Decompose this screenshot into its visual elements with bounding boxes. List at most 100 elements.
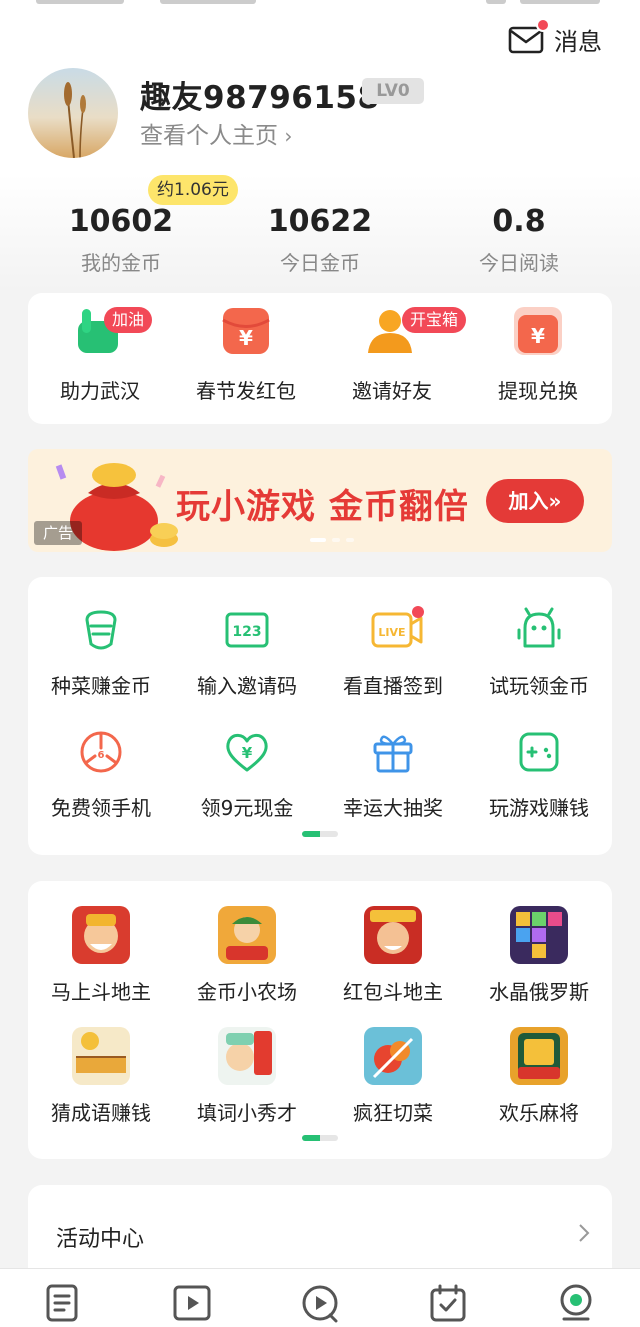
task-label: 领9元现金 — [200, 796, 294, 820]
stat-today-coins[interactable]: 10622 今日金币 — [240, 205, 400, 276]
qa-label: 提现兑换 — [498, 379, 578, 403]
game-thumbnail — [510, 906, 568, 964]
messages-button[interactable]: 消息 — [508, 17, 602, 57]
game-thumbnail — [72, 906, 130, 964]
quick-action-red-envelope[interactable]: ¥ 春节发红包 — [176, 305, 316, 404]
tab-news[interactable] — [44, 1283, 84, 1323]
stat-label: 今日金币 — [280, 251, 360, 275]
coin-value-badge: 约1.06元 — [148, 175, 238, 205]
task-label: 免费领手机 — [51, 796, 151, 820]
game-item[interactable]: 填词小秀才 — [174, 1027, 320, 1126]
game-item[interactable]: 马上斗地主 — [28, 906, 174, 1005]
gamepad-icon — [515, 728, 563, 776]
task-9-yuan-cash[interactable]: ¥ 领9元现金 — [174, 728, 320, 821]
username: 趣友98796158 — [140, 80, 380, 116]
stat-value: 0.8 — [492, 204, 546, 239]
stat-label: 今日阅读 — [479, 251, 559, 275]
code-123-icon: 123 — [223, 606, 271, 654]
game-item[interactable]: 红包斗地主 — [320, 906, 466, 1005]
game-label: 猜成语赚钱 — [51, 1101, 151, 1125]
stat-value: 10602 — [68, 204, 174, 239]
game-label: 水晶俄罗斯 — [489, 980, 589, 1004]
svg-text:¥: ¥ — [239, 326, 253, 350]
game-label: 欢乐麻将 — [499, 1101, 579, 1125]
mail-icon — [508, 17, 550, 56]
game-label: 填词小秀才 — [197, 1101, 297, 1125]
task-label: 种菜赚金币 — [51, 674, 151, 698]
quick-action-invite-friends[interactable]: 开宝箱 邀请好友 — [322, 305, 467, 404]
ad-label: 广告 — [34, 521, 82, 545]
game-label: 金币小农场 — [197, 980, 297, 1004]
qa-label: 邀请好友 — [352, 379, 432, 403]
ad-banner[interactable]: 玩小游戏 金币翻倍 加入» 广告 — [28, 449, 612, 552]
tab-tasks[interactable] — [428, 1283, 468, 1323]
task-label: 幸运大抽奖 — [343, 796, 443, 820]
task-label: 看直播签到 — [343, 674, 443, 698]
activity-center-row[interactable]: 活动中心 — [28, 1185, 612, 1269]
quick-action-withdraw[interactable]: ¥ 提现兑换 — [468, 305, 608, 404]
banner-join-button[interactable]: 加入» — [486, 479, 584, 523]
tab-video[interactable] — [172, 1283, 212, 1323]
stat-today-reading[interactable]: 0.8 今日阅读 — [439, 205, 599, 276]
view-profile-link[interactable]: 查看个人主页 › — [140, 116, 292, 150]
svg-text:¥: ¥ — [242, 744, 253, 762]
heart-yuan-icon: ¥ — [223, 728, 271, 776]
svg-text:LIVE: LIVE — [378, 626, 405, 639]
game-label: 红包斗地主 — [343, 980, 443, 1004]
task-grow-vegetables[interactable]: 种菜赚金币 — [28, 606, 174, 699]
chevron-right-icon: › — [278, 124, 293, 148]
games-pager — [302, 1135, 338, 1141]
task-trial-play[interactable]: 试玩领金币 — [466, 606, 612, 699]
unread-dot — [536, 17, 550, 32]
game-item[interactable]: 金币小农场 — [174, 906, 320, 1005]
qa-label: 春节发红包 — [196, 379, 296, 403]
stat-label: 我的金币 — [81, 251, 161, 275]
tab-short-video[interactable] — [300, 1283, 340, 1323]
status-bar — [0, 0, 640, 8]
tab-profile[interactable] — [556, 1283, 596, 1323]
stat-my-coins[interactable]: 10602 我的金币 — [41, 205, 201, 276]
vegetable-icon — [77, 606, 125, 654]
task-live-checkin[interactable]: LIVE 看直播签到 — [320, 606, 466, 699]
task-free-phone[interactable]: 6 免费领手机 — [28, 728, 174, 821]
banner-text: 玩小游戏 金币翻倍 — [176, 487, 469, 527]
game-thumbnail — [218, 1027, 276, 1085]
profile-icon — [560, 1284, 592, 1321]
svg-text:123: 123 — [232, 624, 261, 640]
tasks-pager — [302, 831, 338, 837]
task-invite-code[interactable]: 123 输入邀请码 — [174, 606, 320, 699]
chevron-right-icon — [578, 1223, 590, 1247]
task-calendar-icon — [430, 1284, 466, 1322]
quick-actions-card: 加油 助力武汉 ¥ 春节发红包 开宝箱 邀请好友 ¥ 提现兑换 — [28, 293, 612, 424]
task-label: 玩游戏赚钱 — [489, 796, 589, 820]
banner-pager — [310, 538, 354, 542]
news-icon — [46, 1284, 78, 1322]
short-video-icon — [302, 1285, 338, 1323]
activity-center-label: 活动中心 — [56, 1227, 145, 1252]
task-lucky-draw[interactable]: 幸运大抽奖 — [320, 728, 466, 821]
game-item[interactable]: 水晶俄罗斯 — [466, 906, 612, 1005]
phone-gift-icon: 6 — [77, 728, 125, 776]
game-label: 马上斗地主 — [51, 980, 151, 1004]
task-play-games[interactable]: 玩游戏赚钱 — [466, 728, 612, 821]
robot-icon — [515, 606, 563, 654]
game-item[interactable]: 猜成语赚钱 — [28, 1027, 174, 1126]
game-label: 疯狂切菜 — [353, 1101, 433, 1125]
game-item[interactable]: 欢乐麻将 — [466, 1027, 612, 1126]
game-thumbnail — [218, 906, 276, 964]
level-badge: LV0 — [362, 78, 424, 104]
game-item[interactable]: 疯狂切菜 — [320, 1027, 466, 1126]
messages-label: 消息 — [554, 28, 602, 56]
game-thumbnail — [72, 1027, 130, 1085]
quick-action-help-wuhan[interactable]: 加油 助力武汉 — [30, 305, 170, 404]
svg-text:6: 6 — [98, 750, 105, 761]
bottom-tab-bar — [0, 1268, 640, 1327]
gift-box-icon — [369, 728, 417, 776]
avatar[interactable] — [28, 68, 118, 158]
view-profile-label: 查看个人主页 — [140, 123, 278, 149]
game-thumbnail — [364, 906, 422, 964]
task-label: 输入邀请码 — [197, 674, 297, 698]
games-card: 马上斗地主 金币小农场 红包斗地主 水晶俄罗斯 猜成语赚钱 填词小秀才 疯狂切菜… — [28, 881, 612, 1159]
qa-label: 助力武汉 — [60, 379, 140, 403]
game-thumbnail — [364, 1027, 422, 1085]
